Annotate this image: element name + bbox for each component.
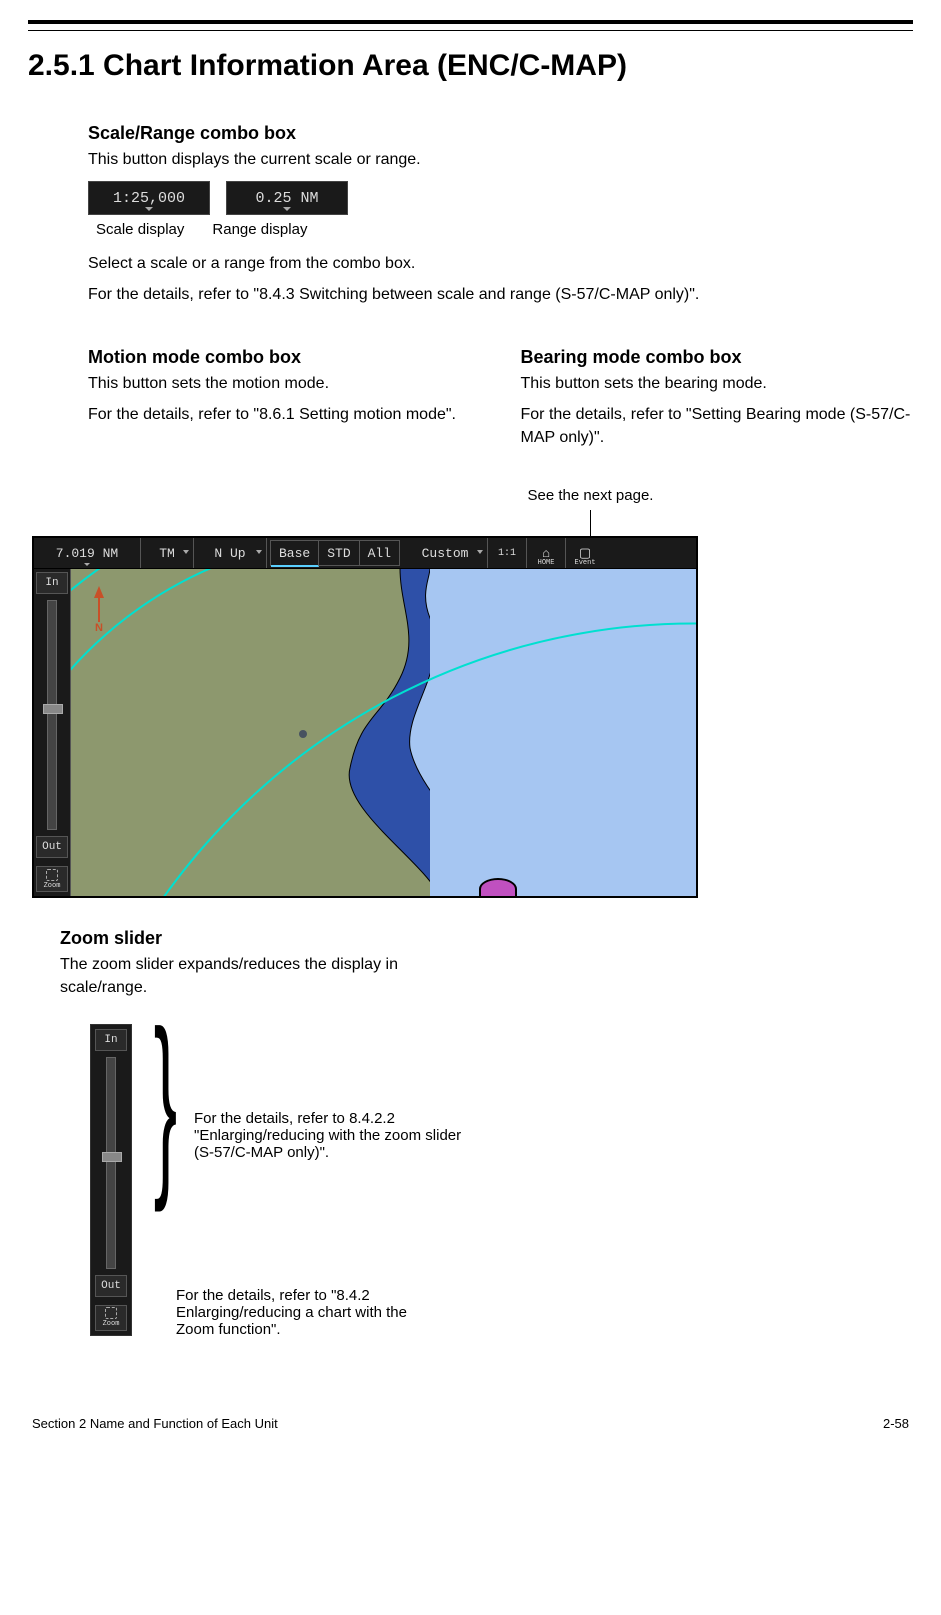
chevron-down-icon <box>183 550 189 554</box>
event-label: Event <box>566 559 604 567</box>
zoom-out-button[interactable]: Out <box>36 836 68 858</box>
zoom-slider-thumb-fig[interactable] <box>102 1152 122 1162</box>
zoom-slider-figure-col: In Out Zoom <box>90 1024 132 1336</box>
zoom-slider-track[interactable] <box>47 600 57 830</box>
scale-caption: Scale display <box>96 221 184 238</box>
footer-left: Section 2 Name and Function of Each Unit <box>32 1416 278 1431</box>
range-caption: Range display <box>212 221 307 238</box>
display-category-segments: Base STD All <box>270 540 400 566</box>
chevron-down-icon <box>256 550 262 554</box>
one-to-one-button[interactable]: 1:1 <box>488 538 527 568</box>
bearing-mode-value: N Up <box>214 546 245 561</box>
brace-graphic: } <box>148 1024 178 1180</box>
magenta-symbol <box>479 878 517 898</box>
zoom-tool-label-fig: Zoom <box>103 1320 120 1328</box>
zoom-slider-track-fig[interactable] <box>106 1057 116 1269</box>
bearing-block: Bearing mode combo box This button sets … <box>521 347 914 458</box>
home-label: HOME <box>527 559 565 567</box>
zoom-slider-figure: In Out Zoom } For the details, refer to … <box>90 1024 913 1336</box>
chart-area: N 7.019 NM TM N Up Base STD All Custom <box>32 536 698 898</box>
event-button[interactable]: ▢ Event <box>566 538 604 568</box>
motion-mode-value: TM <box>159 546 175 561</box>
north-label: N <box>94 622 104 634</box>
top-thick-rule <box>28 20 913 24</box>
motion-bearing-row: Motion mode combo box This button sets t… <box>88 347 913 458</box>
zoom-slider-thumb[interactable] <box>43 704 63 714</box>
motion-l1: This button sets the motion mode. <box>88 372 481 395</box>
north-arrow-icon: N <box>94 586 104 634</box>
bearing-l2: For the details, refer to "Setting Beari… <box>521 403 914 449</box>
magnifier-icon-fig <box>105 1307 117 1319</box>
range-arcs <box>70 568 696 896</box>
zoom-slider-column: In Out Zoom <box>34 568 71 896</box>
zoom-tool-button-fig[interactable]: Zoom <box>95 1305 127 1331</box>
range-combo[interactable]: 0.25 NM <box>226 181 348 215</box>
zoom-slider-desc: The zoom slider expands/reduces the disp… <box>60 953 480 999</box>
seg-std-label: STD <box>327 546 350 561</box>
see-next-pointer <box>590 510 591 536</box>
scale-combo[interactable]: 1:25,000 <box>88 181 210 215</box>
section-title: 2.5.1 Chart Information Area (ENC/C-MAP) <box>28 49 913 83</box>
scale-combo-value: 1:25,000 <box>113 190 185 207</box>
magnifier-icon <box>46 869 58 881</box>
select-line1: Select a scale or a range from the combo… <box>88 252 913 275</box>
motion-block: Motion mode combo box This button sets t… <box>88 347 481 458</box>
range-display-combo[interactable]: 7.019 NM <box>34 538 141 568</box>
scale-range-block: Scale/Range combo box This button displa… <box>88 123 913 457</box>
range-display-value: 7.019 NM <box>56 546 118 561</box>
zoom-notes: For the details, refer to 8.4.2.2 "Enlar… <box>194 1024 474 1334</box>
zoom-note-tool: For the details, refer to "8.4.2 Enlargi… <box>176 1287 436 1338</box>
zoom-note-slider: For the details, refer to 8.4.2.2 "Enlar… <box>194 1110 474 1161</box>
motion-heading: Motion mode combo box <box>88 347 481 368</box>
zoom-slider-block: Zoom slider The zoom slider expands/redu… <box>60 928 913 1335</box>
custom-label: Custom <box>422 546 469 561</box>
bearing-l1: This button sets the bearing mode. <box>521 372 914 395</box>
home-button[interactable]: ⌂ HOME <box>527 538 566 568</box>
combo-captions: Scale display Range display <box>96 221 913 238</box>
motion-mode-combo[interactable]: TM <box>141 538 194 568</box>
motion-l2: For the details, refer to "8.6.1 Setting… <box>88 403 481 426</box>
zoom-in-label-fig: In <box>104 1034 117 1046</box>
seg-all-label: All <box>368 546 391 561</box>
scale-range-combos: 1:25,000 0.25 NM <box>88 181 913 215</box>
zoom-in-button-fig[interactable]: In <box>95 1029 127 1051</box>
zoom-out-label-fig: Out <box>101 1280 121 1292</box>
seg-std[interactable]: STD <box>319 541 359 565</box>
scale-range-heading: Scale/Range combo box <box>88 123 913 144</box>
seg-base-label: Base <box>279 546 310 561</box>
curly-brace-icon: } <box>154 1024 165 1180</box>
chevron-down-icon <box>84 563 90 566</box>
zoom-out-button-fig[interactable]: Out <box>95 1275 127 1297</box>
footer-right: 2-58 <box>883 1416 909 1431</box>
zoom-slider-heading: Zoom slider <box>60 928 913 949</box>
zoom-tool-button[interactable]: Zoom <box>36 866 68 892</box>
seg-all[interactable]: All <box>360 541 399 565</box>
seg-base[interactable]: Base <box>271 541 319 567</box>
top-thin-rule <box>28 30 913 31</box>
page-footer: Section 2 Name and Function of Each Unit… <box>28 1416 913 1431</box>
zoom-tool-label: Zoom <box>44 882 61 890</box>
select-line2: For the details, refer to "8.4.3 Switchi… <box>88 283 913 306</box>
custom-combo[interactable]: Custom <box>403 538 488 568</box>
one-to-one-icon: 1:1 <box>498 548 516 559</box>
zoom-in-button[interactable]: In <box>36 572 68 594</box>
zoom-in-label: In <box>45 577 58 589</box>
scale-range-desc: This button displays the current scale o… <box>88 148 913 171</box>
chevron-down-icon <box>477 550 483 554</box>
range-combo-value: 0.25 NM <box>255 190 318 207</box>
bearing-mode-combo[interactable]: N Up <box>194 538 267 568</box>
chart-top-bar: 7.019 NM TM N Up Base STD All Custom 1 <box>34 538 696 569</box>
bearing-heading: Bearing mode combo box <box>521 347 914 368</box>
see-next-page-label: See the next page. <box>148 487 941 504</box>
zoom-out-label: Out <box>42 841 62 853</box>
